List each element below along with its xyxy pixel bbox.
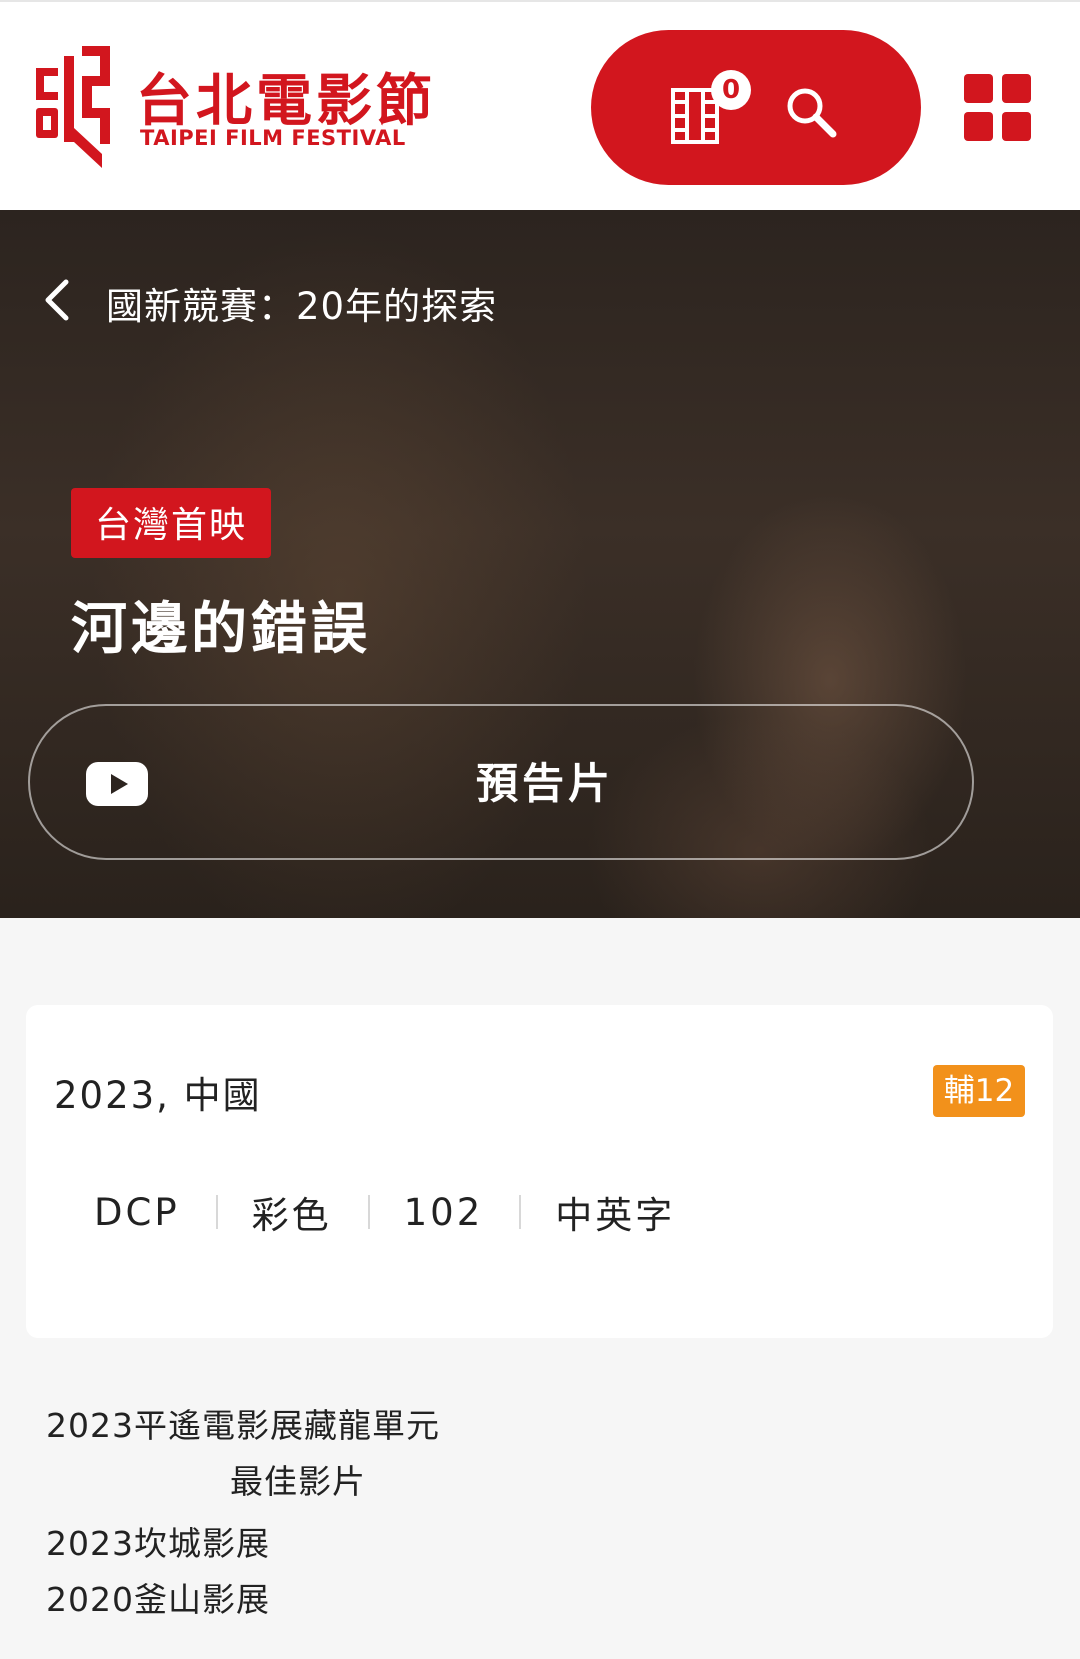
search-button[interactable] — [783, 84, 839, 140]
grid-menu-icon — [1002, 74, 1031, 103]
film-count-badge: 0 — [711, 70, 751, 110]
spec-subtitles: 中英字 — [555, 1194, 676, 1237]
spec-color: 彩色 — [251, 1194, 332, 1237]
trailer-label: 預告片 — [475, 759, 614, 808]
logo-mark-icon — [36, 46, 110, 168]
trailer-button[interactable]: 預告片 — [28, 704, 974, 860]
award-item: 最佳影片 — [230, 1462, 366, 1501]
grid-menu-icon — [964, 112, 993, 141]
section-breadcrumb: 國新競賽：20年的探索 — [106, 285, 498, 328]
logo-english-text: TAIPEI FILM FESTIVAL — [140, 126, 406, 150]
film-list-button[interactable]: 0 — [671, 70, 763, 160]
chevron-left-icon — [45, 279, 69, 321]
header-action-pill: 0 — [591, 30, 921, 185]
festival-awards: 2023平遙電影展藏龍單元 最佳影片 2023坎城影展 2020釜山影展 — [46, 1398, 746, 1628]
grid-menu-button[interactable] — [964, 74, 1031, 141]
award-item: 2023坎城影展 — [46, 1524, 270, 1563]
grid-menu-icon — [964, 74, 993, 103]
spec-divider — [367, 1195, 370, 1229]
spec-divider — [215, 1195, 218, 1229]
award-item: 2020釜山影展 — [46, 1580, 270, 1619]
spec-runtime: 102 — [403, 1190, 484, 1234]
spec-divider — [519, 1195, 522, 1229]
logo-chinese-text: 台北電影節 — [136, 69, 436, 134]
award-item: 2023平遙電影展藏龍單元 — [46, 1406, 440, 1445]
search-icon — [787, 88, 837, 138]
site-logo[interactable]: 台北電影節 TAIPEI FILM FESTIVAL — [36, 42, 436, 172]
film-info-card: 2023, 中國 輔12 DCP 彩色 102 中英字 — [26, 1005, 1053, 1338]
rating-badge: 輔12 — [933, 1065, 1025, 1117]
film-hero: 國新競賽：20年的探索 台灣首映 河邊的錯誤 預告片 — [0, 210, 1080, 918]
spec-format: DCP — [94, 1190, 180, 1234]
year-country: 2023, 中國 — [54, 1074, 262, 1117]
film-title: 河邊的錯誤 — [71, 597, 371, 662]
site-header: 台北電影節 TAIPEI FILM FESTIVAL 0 — [0, 0, 1080, 210]
film-specs: DCP 彩色 102 中英字 — [94, 1189, 675, 1238]
premiere-badge: 台灣首映 — [71, 488, 272, 558]
grid-menu-icon — [1002, 112, 1031, 141]
